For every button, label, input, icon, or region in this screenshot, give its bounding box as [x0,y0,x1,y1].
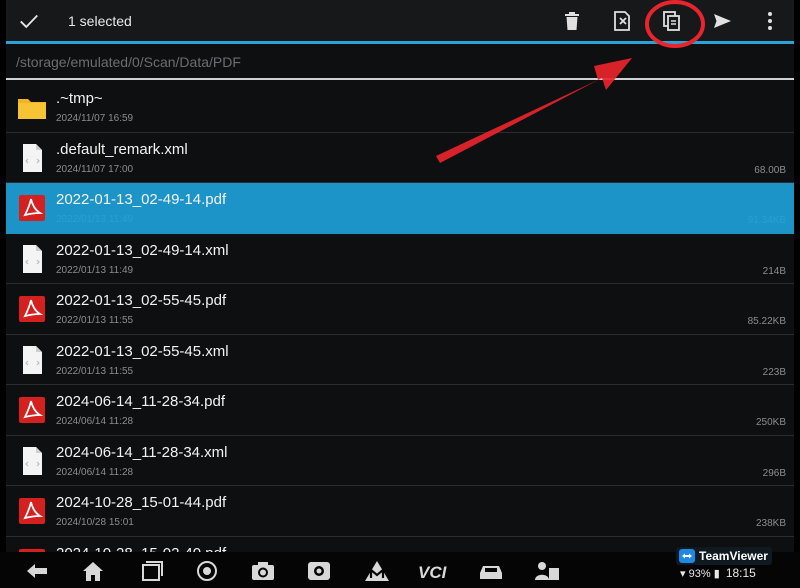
file-row[interactable]: .~tmp~ 2024/11/07 16:59 [6,82,794,133]
file-name: 2022-01-13_02-49-14.pdf [56,191,227,208]
file-row[interactable]: 2024-06-14_11-28-34.xml 2024/06/14 11:28 2… [6,436,794,486]
file-row[interactable]: 2022-01-13_02-49-14.pdf 2022/01/13 11:49 9… [6,183,794,234]
teamviewer-badge: TeamViewer [676,547,772,565]
vci-icon[interactable]: VCI [416,560,456,582]
maxifix-icon[interactable] [364,560,390,582]
brightness-icon[interactable] [306,560,332,582]
xml-file-icon [23,244,42,273]
file-row[interactable]: 2024-10-28_15-01-44.pdf 2024/10/28 15:01 2… [6,486,794,537]
file-date: 2022/01/13 11:49 [56,264,134,276]
move-file-icon[interactable] [610,9,634,33]
file-size: 250KB [755,417,786,428]
file-size: 91.34KB [747,215,786,226]
file-date: 2024/10/28 15:01 [56,517,134,528]
selection-action-bar: 1 selected [6,0,794,44]
current-path: /storage/emulated/0/Scan/Data/PDF [16,54,241,70]
xml-file-icon [23,143,42,172]
xml-file-icon [23,345,42,374]
remote-expert-icon[interactable] [534,560,560,582]
file-row[interactable]: 2024-06-14_11-28-34.pdf 2024/06/14 11:28 2… [6,385,794,436]
delete-trash-icon[interactable] [560,9,584,33]
browser-icon[interactable] [194,560,220,582]
file-date: 2022/01/13 11:55 [56,315,134,326]
file-name: .default_remark.xml [56,140,188,158]
file-row[interactable]: 2022-01-13_02-49-14.xml 2022/01/13 11:49 2… [6,234,794,284]
pdf-file-icon [19,397,45,423]
folder-icon [18,99,46,119]
battery-level: 93% [688,568,711,580]
file-size: 296B [762,467,786,479]
teamviewer-icon [679,549,695,563]
path-bar: /storage/emulated/0/Scan/Data/PDF [6,44,794,80]
back-icon[interactable] [24,560,50,582]
wifi-icon: ▾ [680,568,686,580]
file-row[interactable]: 2022-01-13_02-55-45.pdf 2022/01/13 11:55 8… [6,284,794,335]
file-size: 85.22KB [747,316,786,327]
file-date: 2024/11/07 17:00 [56,163,134,175]
file-name: 2022-01-13_02-55-45.pdf [56,292,227,309]
status-area: ▾ 93% ▮ 18:15 [680,566,756,580]
clock: 18:15 [725,566,756,580]
file-name: 2024-06-14_11-28-34.xml [56,443,228,461]
file-size: 223B [762,366,786,378]
file-date: 2024/06/14 11:28 [56,466,134,478]
file-date: 2024/11/07 16:59 [56,113,134,124]
file-row[interactable]: .default_remark.xml 2024/11/07 17:00 68.00… [6,133,794,183]
file-date: 2022/01/13 11:55 [56,365,134,377]
pdf-file-icon [19,498,45,524]
file-date: 2022/01/13 11:49 [56,214,134,225]
file-name: 2022-01-13_02-49-14.xml [56,241,229,259]
copy-icon[interactable] [660,9,684,33]
recent-apps-icon[interactable] [138,560,164,582]
file-row[interactable]: 2022-01-13_02-55-45.xml 2022/01/13 11:55 2… [6,335,794,385]
camera-icon[interactable] [250,560,276,582]
file-name: 2024-10-28_15-01-44.pdf [56,494,227,511]
teamviewer-label: TeamViewer [699,549,768,563]
send-share-icon[interactable] [710,9,734,33]
file-name: .~tmp~ [56,90,103,107]
file-date: 2024/06/14 11:28 [56,416,134,427]
selection-count: 1 selected [68,13,132,29]
car-icon[interactable] [478,560,504,582]
file-name: 2024-06-14_11-28-34.pdf [56,393,226,410]
home-icon[interactable] [80,560,106,582]
file-manager-app: 1 selected /storage/emulated/0/Scan/Data… [6,0,794,552]
file-size: 238KB [755,518,786,529]
svg-text:VCI: VCI [418,563,448,582]
overflow-menu-icon[interactable] [758,9,782,33]
pdf-file-icon [19,296,45,322]
xml-file-icon [23,446,42,475]
file-size: 214B [762,265,786,277]
battery-icon: ▮ [713,568,720,580]
file-list: .~tmp~ 2024/11/07 16:59 .default_remark.xm… [6,82,794,552]
file-name: 2022-01-13_02-55-45.xml [56,342,229,360]
path-divider [6,78,794,80]
done-check-icon[interactable] [18,10,40,32]
pdf-file-icon [19,195,45,221]
file-name: 2024-10-28_15-02-40.pdf [56,545,226,553]
file-size: 68.00B [754,164,786,176]
